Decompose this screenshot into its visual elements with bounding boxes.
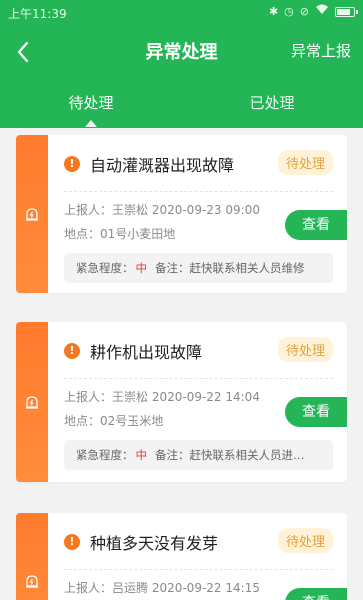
- note-box: 紧急程度：中备注：赶快联系相关人员进…: [64, 440, 333, 470]
- divider: [64, 569, 333, 570]
- reporter-text: 上报人：吕运腾 2020-09-22 14:15: [64, 581, 260, 595]
- tab-processed[interactable]: 已处理: [212, 92, 332, 113]
- view-button[interactable]: 查看: [285, 588, 347, 600]
- view-button[interactable]: 查看: [285, 210, 347, 240]
- alarm-light-icon: [26, 575, 38, 588]
- active-tab-indicator: [85, 120, 97, 127]
- card-strip: [16, 322, 48, 482]
- card-body: ! 种植多天没有发芽 待处理 上报人：吕运腾 2020-09-22 14:15 …: [64, 513, 347, 600]
- remark-text: 备注：赶快联系相关人员进…: [155, 448, 305, 462]
- status-bar: 上午11:39 ✱ ◷ ⊘: [0, 0, 363, 24]
- status-time: 上午11:39: [8, 7, 67, 21]
- reporter-text: 上报人：王崇松 2020-09-22 14:04: [64, 390, 260, 404]
- exception-card[interactable]: ! 耕作机出现故障 待处理 上报人：王崇松 2020-09-22 14:04 地…: [16, 322, 347, 482]
- remark-text: 备注：赶快联系相关人员维修: [155, 261, 305, 275]
- exception-card[interactable]: ! 种植多天没有发芽 待处理 上报人：吕运腾 2020-09-22 14:15 …: [16, 513, 347, 600]
- card-title: 自动灌溉器出现故障: [90, 156, 235, 175]
- warning-icon: !: [64, 343, 80, 359]
- alarm-light-icon: [26, 396, 38, 409]
- urgency-value: 中: [135, 261, 148, 275]
- note-box: 紧急程度：中备注：赶快联系相关人员维修: [64, 253, 333, 283]
- exception-card[interactable]: ! 自动灌溉器出现故障 待处理 上报人：王崇松 2020-09-23 09:00…: [16, 135, 347, 293]
- alarm-light-icon: [26, 208, 38, 221]
- urgency-label: 紧急程度：: [76, 448, 134, 462]
- header: 上午11:39 ✱ ◷ ⊘ 异常处理 异常上报 待处理 已处理: [0, 0, 363, 128]
- card-title-row: ! 耕作机出现故障: [64, 339, 202, 363]
- divider: [64, 191, 333, 192]
- divider: [64, 378, 333, 379]
- urgency-value: 中: [135, 448, 148, 462]
- card-strip: [16, 513, 48, 600]
- reporter-text: 上报人：王崇松 2020-09-23 09:00: [64, 203, 260, 217]
- warning-icon: !: [64, 534, 80, 550]
- card-title: 种植多天没有发芽: [90, 534, 219, 553]
- alarm-icon: ◷: [284, 4, 294, 18]
- navbar: 异常处理 异常上报: [0, 28, 363, 76]
- tab-pending[interactable]: 待处理: [31, 92, 151, 113]
- status-badge: 待处理: [277, 337, 333, 362]
- battery-icon: [335, 6, 358, 17]
- card-body: ! 耕作机出现故障 待处理 上报人：王崇松 2020-09-22 14:04 地…: [64, 322, 347, 482]
- report-exception-button[interactable]: 异常上报: [291, 40, 351, 61]
- urgency-label: 紧急程度：: [76, 261, 134, 275]
- card-strip: [16, 135, 48, 293]
- warning-icon: !: [64, 156, 80, 172]
- status-badge: 待处理: [277, 150, 333, 175]
- wifi-icon: [315, 4, 329, 19]
- view-button[interactable]: 查看: [285, 397, 347, 427]
- card-body: ! 自动灌溉器出现故障 待处理 上报人：王崇松 2020-09-23 09:00…: [64, 135, 347, 293]
- status-icons: ✱ ◷ ⊘: [268, 4, 358, 19]
- location-text: 地点：02号玉米地: [64, 414, 164, 428]
- card-title: 耕作机出现故障: [90, 343, 203, 362]
- bluetooth-icon: ✱: [268, 4, 279, 18]
- mute-icon: ⊘: [299, 4, 309, 18]
- tab-bar: 待处理 已处理: [0, 78, 363, 128]
- location-text: 地点：01号小麦田地: [64, 227, 176, 241]
- card-title-row: ! 自动灌溉器出现故障: [64, 152, 234, 176]
- status-badge: 待处理: [277, 528, 333, 553]
- card-title-row: ! 种植多天没有发芽: [64, 530, 218, 554]
